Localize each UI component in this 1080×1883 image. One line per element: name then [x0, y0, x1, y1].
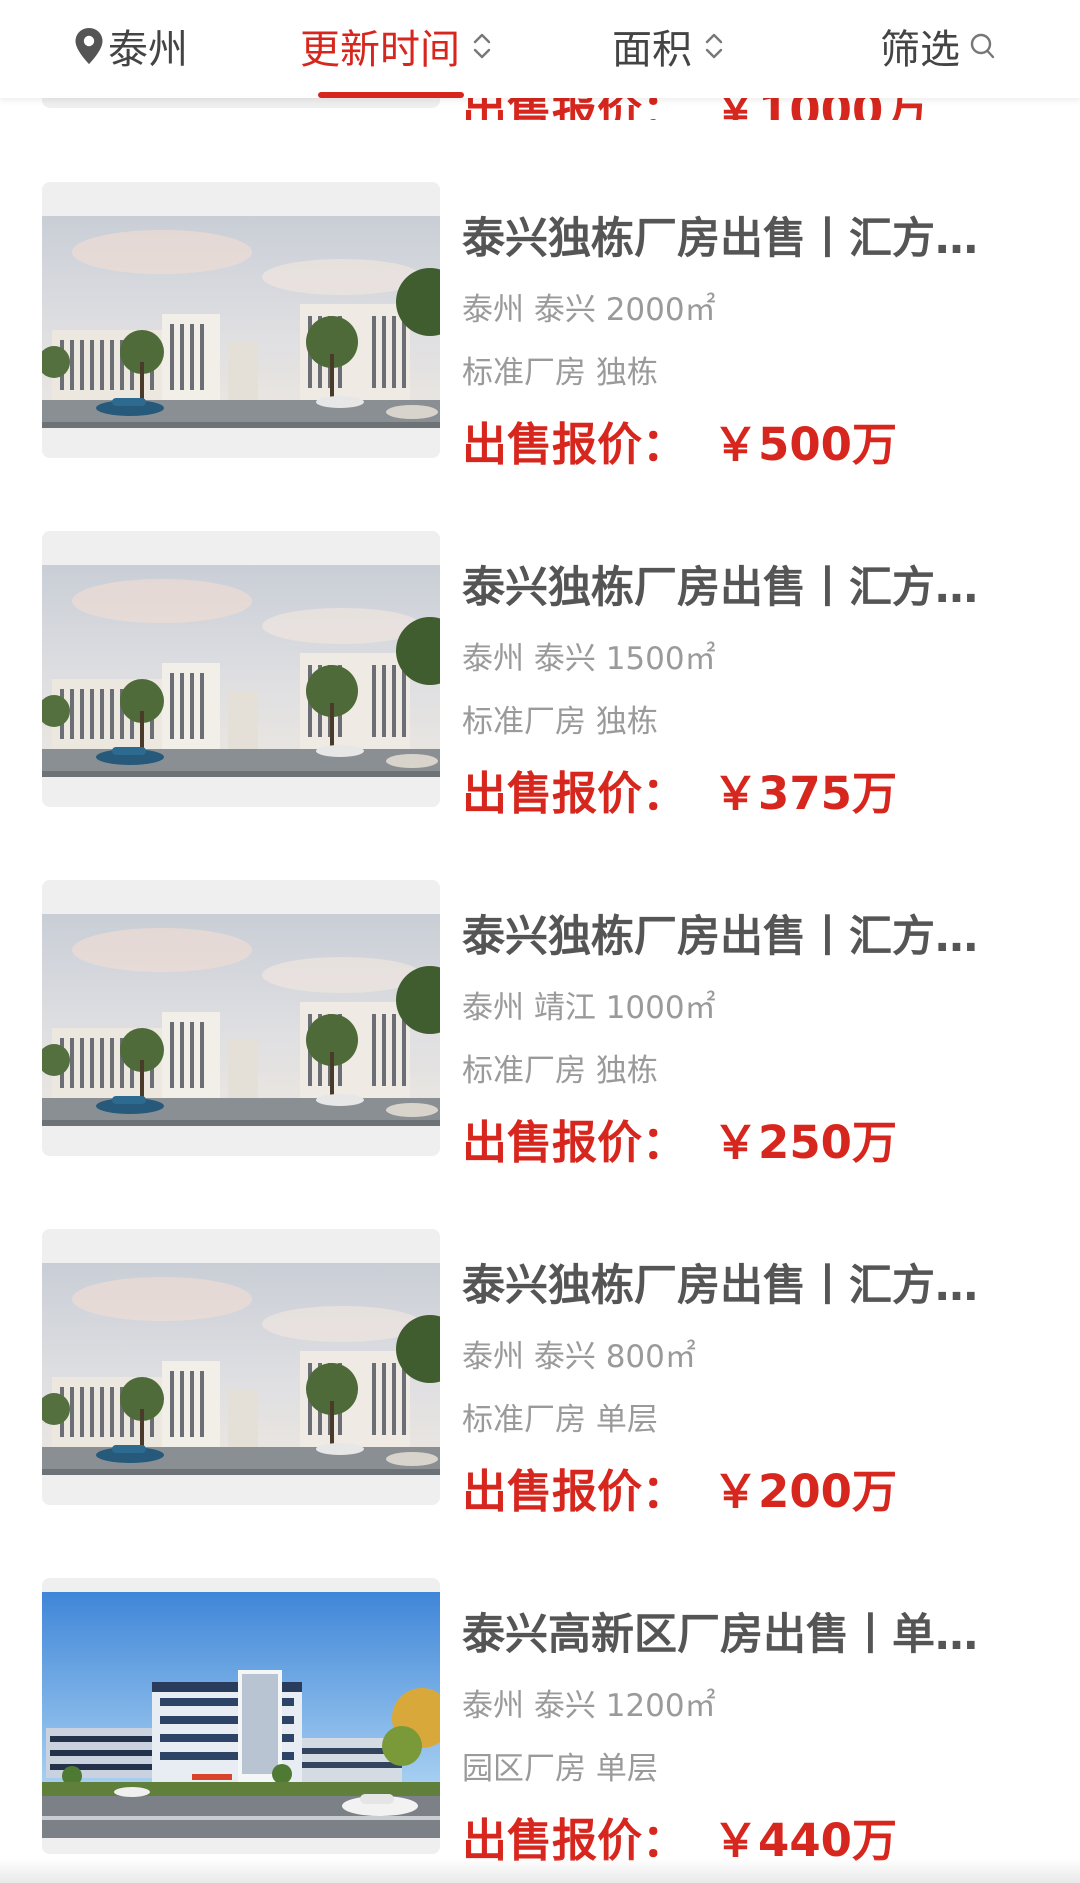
search-icon — [970, 33, 995, 59]
list-item[interactable]: 泰兴独栋厂房出售丨汇方… 泰州 靖江 1000㎡ 标准厂房 独栋 出售报价： ￥2… — [0, 880, 1080, 1180]
listing-title: 泰兴独栋厂房出售丨汇方… — [462, 563, 978, 613]
list-item[interactable]: 泰兴独栋厂房出售丨汇方… 泰州 泰兴 800㎡ 标准厂房 单层 出售报价： ￥20… — [0, 1229, 1080, 1529]
list-item[interactable]: 泰兴高新区厂房出售丨单… 泰州 泰兴 1200㎡ 园区厂房 单层 出售报价： ￥4… — [0, 1578, 1080, 1878]
listing-price: 出售报价： ￥250万 — [462, 1106, 897, 1171]
price-value: ￥200万 — [713, 1465, 897, 1518]
listing-title: 泰兴独栋厂房出售丨汇方… — [462, 214, 978, 264]
listing-tags: 标准厂房 独栋 — [462, 355, 658, 391]
sort-area[interactable]: 面积 — [612, 18, 726, 74]
filter-bar: 泰州 更新时间 面积 筛选 — [0, 0, 1080, 98]
listing-price: 出售报价： ￥200万 — [462, 1455, 897, 1520]
listing-thumbnail — [42, 182, 440, 458]
price-value: ￥250万 — [713, 1116, 897, 1169]
city-selector[interactable]: 泰州 — [74, 18, 188, 74]
price-value: ￥500万 — [713, 418, 897, 471]
listing-thumbnail — [42, 880, 440, 1156]
listing-tags: 标准厂房 单层 — [462, 1402, 658, 1438]
price-label: 出售报价： — [462, 1116, 688, 1169]
listing-thumbnail — [42, 1229, 440, 1505]
listing-tags: 标准厂房 独栋 — [462, 1053, 658, 1089]
price-label: 出售报价： — [462, 1465, 688, 1518]
price-label: 出售报价： — [462, 418, 688, 471]
listing-price: 出售报价： ￥500万 — [462, 408, 897, 473]
active-tab-underline — [318, 92, 464, 98]
listing-location-area: 泰州 泰兴 1200㎡ — [462, 1688, 716, 1724]
filter-label: 筛选 — [880, 27, 960, 73]
price-value: ￥375万 — [713, 767, 897, 820]
listing-thumbnail — [42, 1578, 440, 1854]
sort-area-label: 面积 — [612, 27, 692, 73]
price-label: 出售报价： — [462, 767, 688, 820]
listing-thumbnail — [42, 531, 440, 807]
listing-location-area: 泰州 泰兴 2000㎡ — [462, 292, 716, 328]
sort-chevrons-icon — [473, 33, 491, 59]
list-item[interactable]: 泰兴独栋厂房出售丨汇方… 泰州 泰兴 1500㎡ 标准厂房 独栋 出售报价： ￥3… — [0, 531, 1080, 831]
listing-location-area: 泰州 靖江 1000㎡ — [462, 990, 716, 1026]
listing-title: 泰兴独栋厂房出售丨汇方… — [462, 1261, 978, 1311]
listing-location-area: 泰州 泰兴 1500㎡ — [462, 641, 716, 677]
listing-tags: 标准厂房 独栋 — [462, 704, 658, 740]
listing-title: 泰兴高新区厂房出售丨单… — [462, 1610, 978, 1660]
listing-location-area: 泰州 泰兴 800㎡ — [462, 1339, 696, 1375]
listing-price: 出售报价： ￥375万 — [462, 757, 897, 822]
bottom-fade — [0, 1858, 1080, 1883]
listing-title: 泰兴独栋厂房出售丨汇方… — [462, 912, 978, 962]
sort-chevrons-icon — [705, 33, 723, 59]
filter-button[interactable]: 筛选 — [880, 18, 998, 74]
listing-tags: 园区厂房 单层 — [462, 1751, 658, 1787]
list-item[interactable]: 泰兴独栋厂房出售丨汇方… 泰州 泰兴 2000㎡ 标准厂房 独栋 出售报价： ￥5… — [0, 182, 1080, 482]
sort-update-time[interactable]: 更新时间 — [300, 18, 494, 74]
sort-update-label: 更新时间 — [300, 27, 460, 73]
city-label: 泰州 — [108, 27, 188, 73]
location-pin-icon — [75, 28, 103, 64]
